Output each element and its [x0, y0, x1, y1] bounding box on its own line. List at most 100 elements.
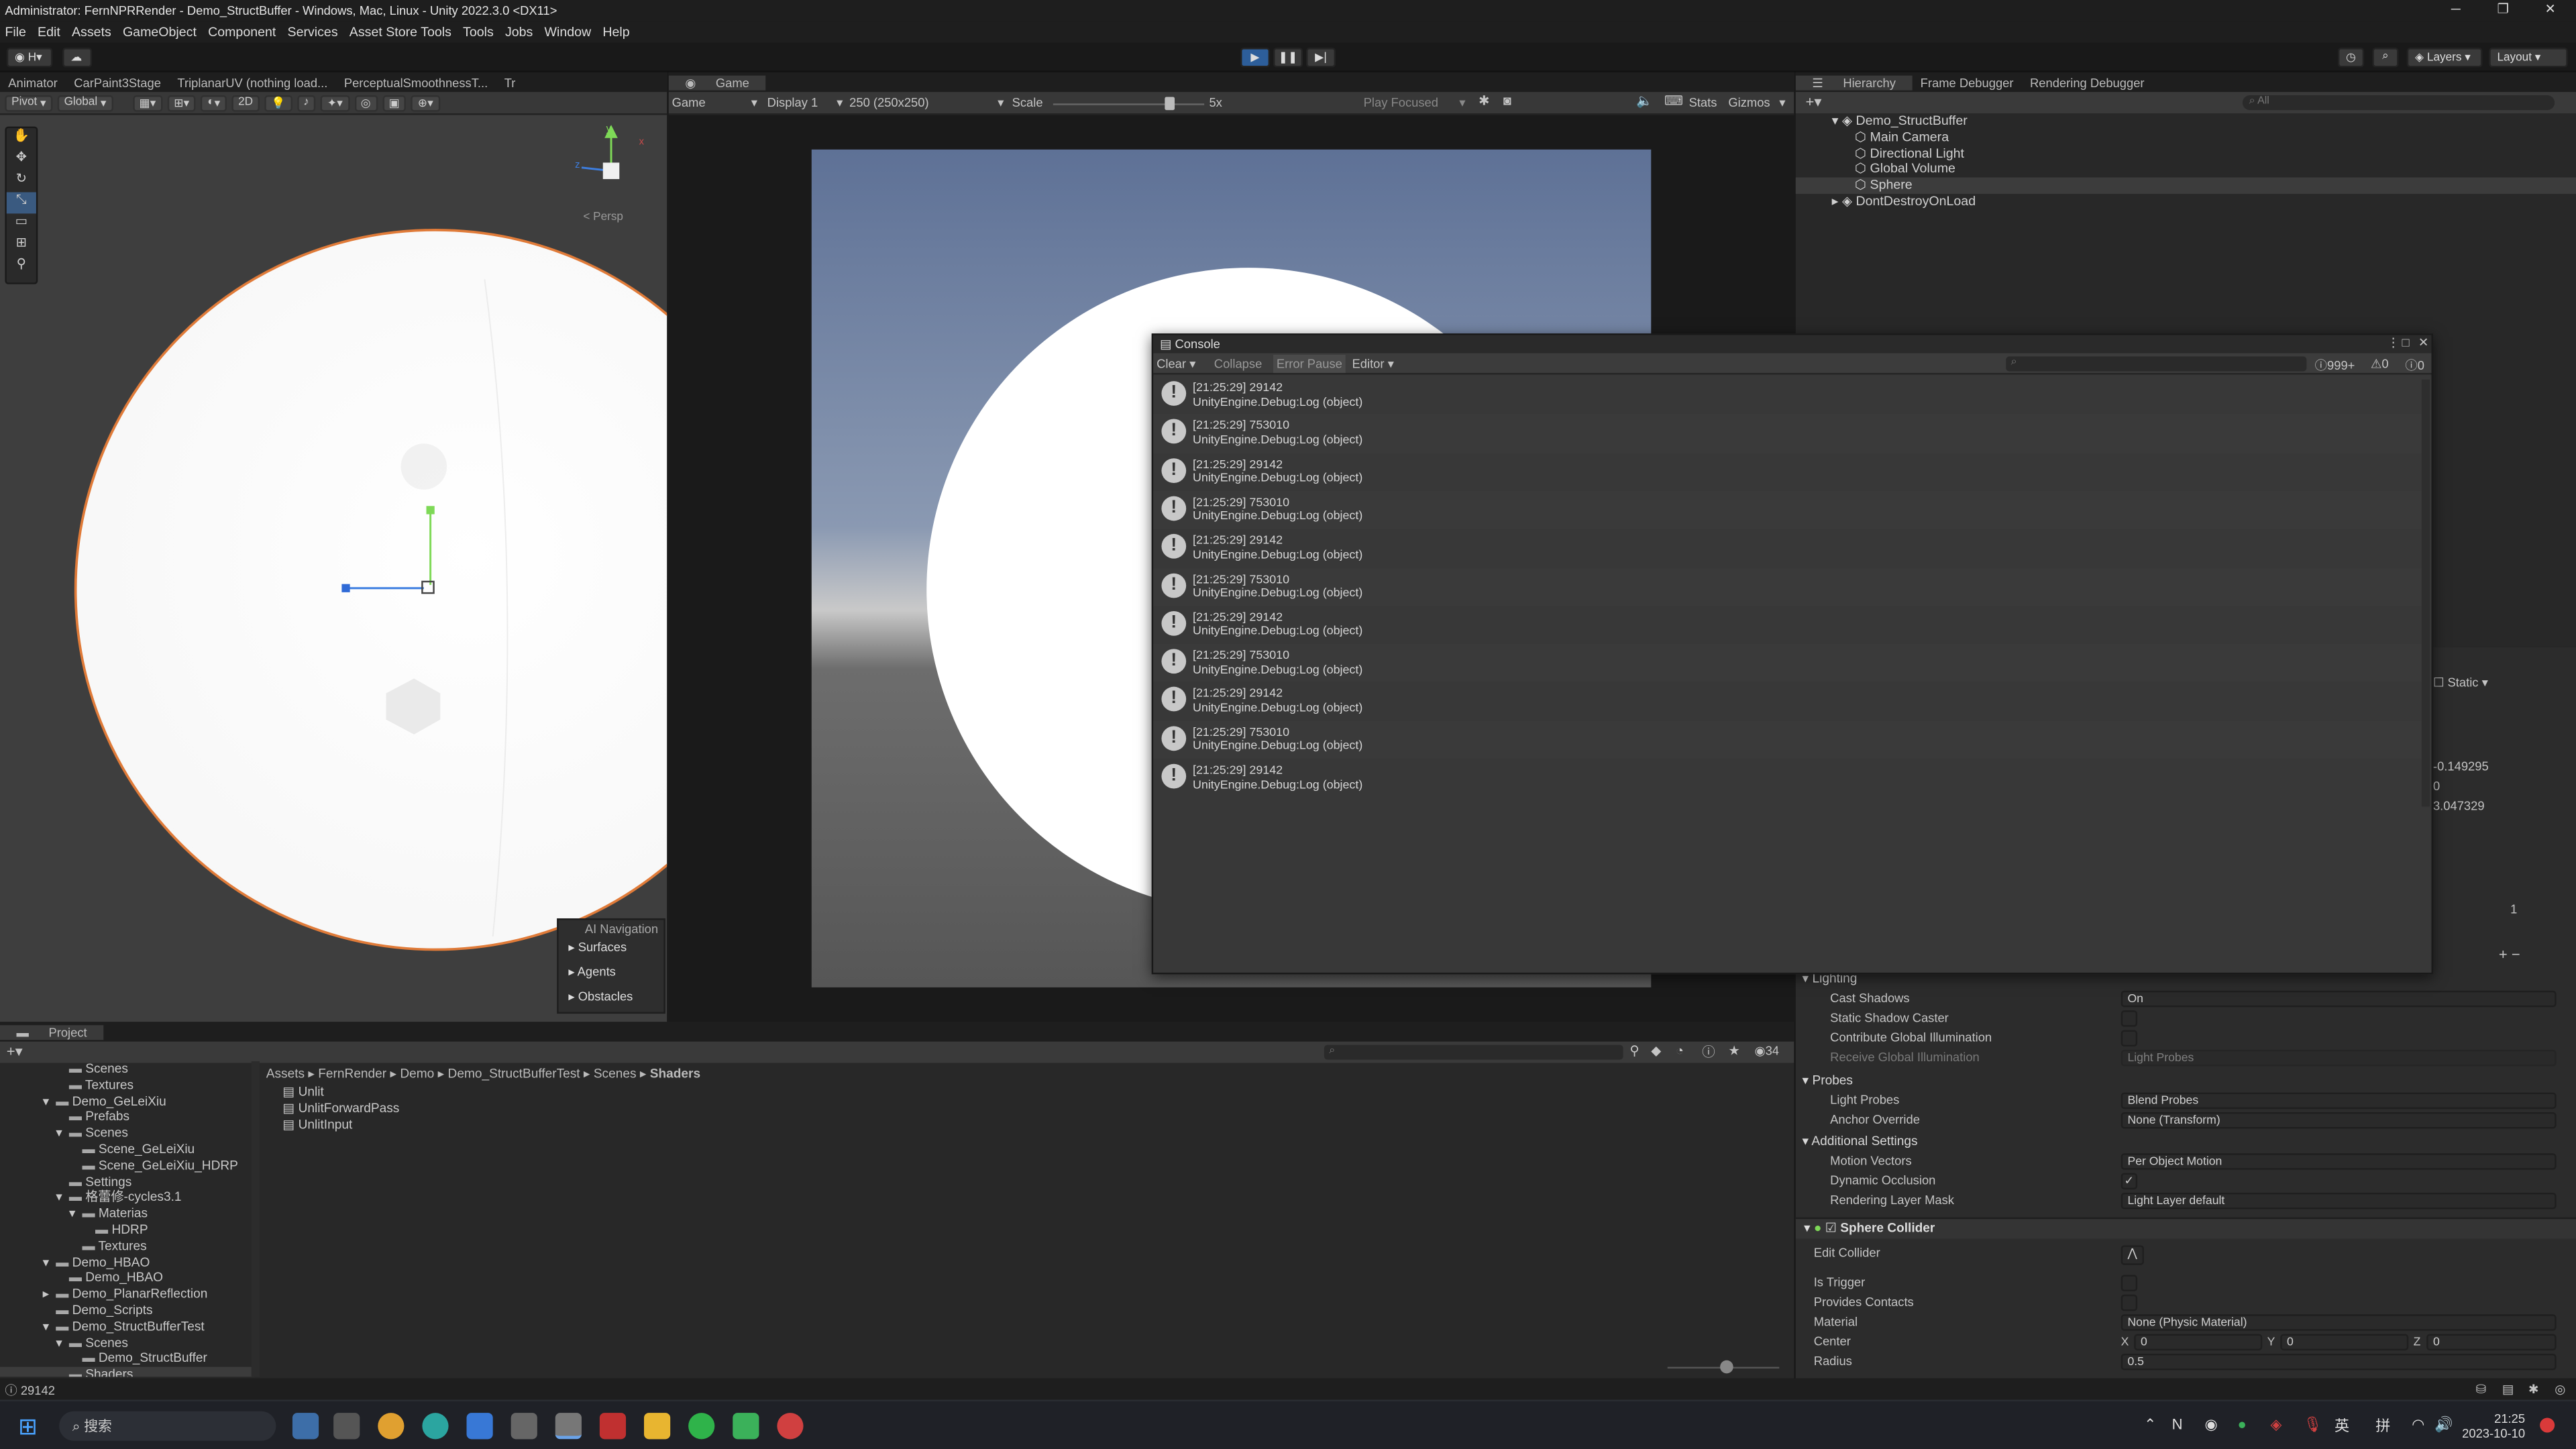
auto-generate-icon[interactable]: ◎ [2555, 1382, 2565, 1397]
play-focused-dropdown[interactable]: Play Focused ▾ [1364, 95, 1466, 110]
ai-nav-obstacles[interactable]: ▸ Obstacles [559, 979, 664, 1004]
fold-arrow-icon[interactable]: ▾ [56, 1126, 69, 1142]
scale-tool-icon[interactable]: ⤡ [6, 192, 36, 214]
material-field[interactable]: None (Physic Material) [2121, 1314, 2557, 1331]
console-search-input[interactable]: ⌕ [2006, 356, 2307, 372]
move-tool-icon[interactable]: ✥ [7, 150, 36, 171]
history-button[interactable]: ◷ [2337, 48, 2365, 68]
search-by-type-icon[interactable]: ⚲ [1629, 1043, 1639, 1058]
inspector-partial-value-1[interactable]: -0.149295 [2433, 759, 2489, 773]
status-log-message[interactable]: ⓘ 29142 [5, 1382, 55, 1400]
tab-hierarchy[interactable]: ☰ Hierarchy [1795, 74, 1913, 90]
menu-tools[interactable]: Tools [463, 25, 494, 40]
account-button[interactable]: ◉ H ▾ [6, 48, 53, 68]
pause-button[interactable]: ❚❚ [1273, 48, 1303, 68]
maximize-button[interactable]: ❐ [2497, 1, 2509, 16]
project-folder-item[interactable]: ▬ Textures [0, 1238, 255, 1254]
project-search-input[interactable]: ⌕ [1324, 1044, 1623, 1060]
gizmos-dropdown[interactable]: ⊕ ▾ [411, 94, 440, 111]
favorites-icon[interactable]: ★ [1728, 1043, 1740, 1058]
keyboard-icon[interactable]: ⌨ [1664, 94, 1683, 109]
search-button[interactable]: ⌕ [2372, 48, 2399, 68]
icon-size-slider-handle[interactable] [1720, 1360, 1733, 1374]
project-tree-scrollbar[interactable] [251, 1061, 260, 1377]
console-entry[interactable]: ! [21:25:29] 753010 UnityEngine.Debug:Log … [1153, 414, 2427, 453]
console-entry[interactable]: ! [21:25:29] 29142 UnityEngine.Debug:Log (… [1153, 376, 2426, 415]
tray-app-icon-3[interactable]: ◈ [2271, 1416, 2282, 1434]
menu-jobs[interactable]: Jobs [505, 25, 533, 40]
light-probes-dropdown[interactable]: Blend Probes [2121, 1092, 2557, 1110]
file-item-unlit-forward-pass[interactable]: ▤ UnlitForwardPass [282, 1100, 399, 1116]
create-asset-button[interactable]: +▾ [7, 1043, 23, 1061]
tab-rendering-debugger[interactable]: Rendering Debugger [2022, 74, 2153, 89]
persp-label[interactable]: < Persp [583, 212, 623, 223]
hierarchy-item-sphere[interactable]: ⬡ Sphere [1795, 177, 2576, 194]
additional-settings-header[interactable]: ▾ Additional Settings [1803, 1134, 1918, 1148]
fold-arrow-icon[interactable]: ▾ [43, 1319, 56, 1335]
tray-chevron-icon[interactable]: ⌃ [2144, 1416, 2156, 1434]
custom-tool-icon[interactable]: ⚲ [7, 256, 36, 278]
project-folder-item[interactable]: ▾ ▬ Materias [0, 1206, 255, 1222]
orientation-gizmo[interactable]: x z y [562, 118, 661, 217]
weather-icon[interactable] [292, 1413, 319, 1440]
center-z-field[interactable]: 0 [2426, 1334, 2557, 1351]
console-error-count[interactable]: ⓘ0 [2405, 356, 2424, 374]
tab-frame-debugger[interactable]: Frame Debugger [1912, 74, 2021, 89]
static-checkbox[interactable]: ☐ Static ▾ [2433, 676, 2488, 690]
fold-arrow-icon[interactable]: ▾ [69, 1206, 83, 1222]
project-folder-item[interactable]: ▬ Prefabs [0, 1110, 255, 1126]
project-folder-item[interactable]: ▬ Settings [0, 1174, 255, 1190]
tab-carpaint[interactable]: CarPaint3Stage [66, 74, 169, 89]
hand-tool-icon[interactable]: ✋ [7, 128, 36, 150]
windows-start-icon[interactable]: ⊞ [18, 1413, 44, 1439]
file-item-unlit-input[interactable]: ▤ UnlitInput [282, 1116, 399, 1132]
console-maximize-icon[interactable]: □ [2402, 335, 2409, 350]
is-trigger-checkbox[interactable] [2121, 1275, 2138, 1291]
microphone-icon[interactable]: 🎙 [2303, 1416, 2322, 1434]
app-icon-3[interactable] [733, 1413, 759, 1440]
search-by-log-icon[interactable]: ◔ [1676, 1043, 1684, 1058]
2d-toggle[interactable]: 2D [231, 94, 260, 111]
app-icon-4[interactable] [777, 1413, 804, 1440]
console-entry[interactable]: ! [21:25:29] 29142 UnityEngine.Debug:Log (… [1153, 606, 2426, 644]
resolution-dropdown[interactable]: 250 (250x250) ▾ [849, 95, 1004, 110]
global-dropdown[interactable]: Global ▾ [57, 94, 113, 111]
inspector-partial-value-3[interactable]: 3.047329 [2433, 798, 2485, 813]
project-folder-item[interactable]: ▸ ▬ Demo_PlanarReflection [0, 1287, 255, 1303]
hierarchy-item-main-camera[interactable]: ⬡ Main Camera [1796, 129, 2576, 146]
console-entry[interactable]: ! [21:25:29] 753010 UnityEngine.Debug:Log … [1153, 490, 2427, 530]
fold-arrow-icon[interactable]: ▾ [56, 1190, 69, 1206]
clock[interactable]: 21:25 2023-10-10 [2453, 1411, 2525, 1441]
console-entry[interactable]: ! [21:25:29] 29142 UnityEngine.Debug:Log (… [1153, 759, 2426, 797]
camera-settings-button[interactable]: ▣ [382, 94, 407, 111]
center-x-field[interactable]: 0 [2134, 1334, 2263, 1351]
gizmos-chevron-icon[interactable]: ▾ [1779, 95, 1785, 110]
mute-audio-icon[interactable]: 🔈 [1636, 94, 1652, 109]
hierarchy-dontdestroy[interactable]: ▸ ◈ DontDestroyOnLoad [1796, 194, 2576, 210]
edge-icon[interactable] [422, 1413, 449, 1440]
console-menu-icon[interactable]: ⋮ [2387, 335, 2399, 350]
project-folder-item[interactable]: ▾ ▬ Demo_StructBufferTest [0, 1319, 255, 1335]
menu-assets[interactable]: Assets [72, 25, 111, 40]
unity-hub-icon[interactable] [511, 1413, 537, 1440]
project-folder-item[interactable]: ▬ Textures [0, 1077, 255, 1093]
shading-mode-button[interactable]: ◐ ▾ [201, 94, 227, 111]
wifi-icon[interactable]: ◠ [2412, 1416, 2424, 1434]
tray-app-icon-2[interactable]: ◉ [2205, 1416, 2218, 1434]
tray-wechat-icon[interactable]: ● [2238, 1416, 2247, 1432]
cache-server-icon[interactable]: ⛁ [2476, 1382, 2486, 1397]
chrome-icon[interactable] [378, 1413, 405, 1440]
hierarchy-item-directional-light[interactable]: ⬡ Directional Light [1796, 146, 2576, 162]
inspector-partial-value-2[interactable]: 0 [2433, 779, 2440, 794]
menu-file[interactable]: File [5, 25, 26, 40]
dynamic-occlusion-checkbox[interactable]: ✓ [2121, 1173, 2138, 1190]
console-titlebar[interactable]: ▤ Console ⋮ □ ✕ [1153, 335, 2432, 354]
snap-increment-button[interactable]: ⊞ ▾ [167, 94, 197, 111]
pivot-dropdown[interactable]: Pivot ▾ [5, 94, 53, 111]
stats-button[interactable]: Stats [1689, 95, 1717, 110]
project-folder-item[interactable]: ▬ Scene_GeLeiXiu_HDRP [0, 1158, 255, 1174]
progress-icon[interactable]: ▤ [2502, 1382, 2514, 1397]
hierarchy-item-global-volume[interactable]: ⬡ Global Volume [1796, 162, 2576, 178]
menu-window[interactable]: Window [544, 25, 591, 40]
project-folder-item[interactable]: ▬ Demo_HBAO [0, 1271, 255, 1287]
